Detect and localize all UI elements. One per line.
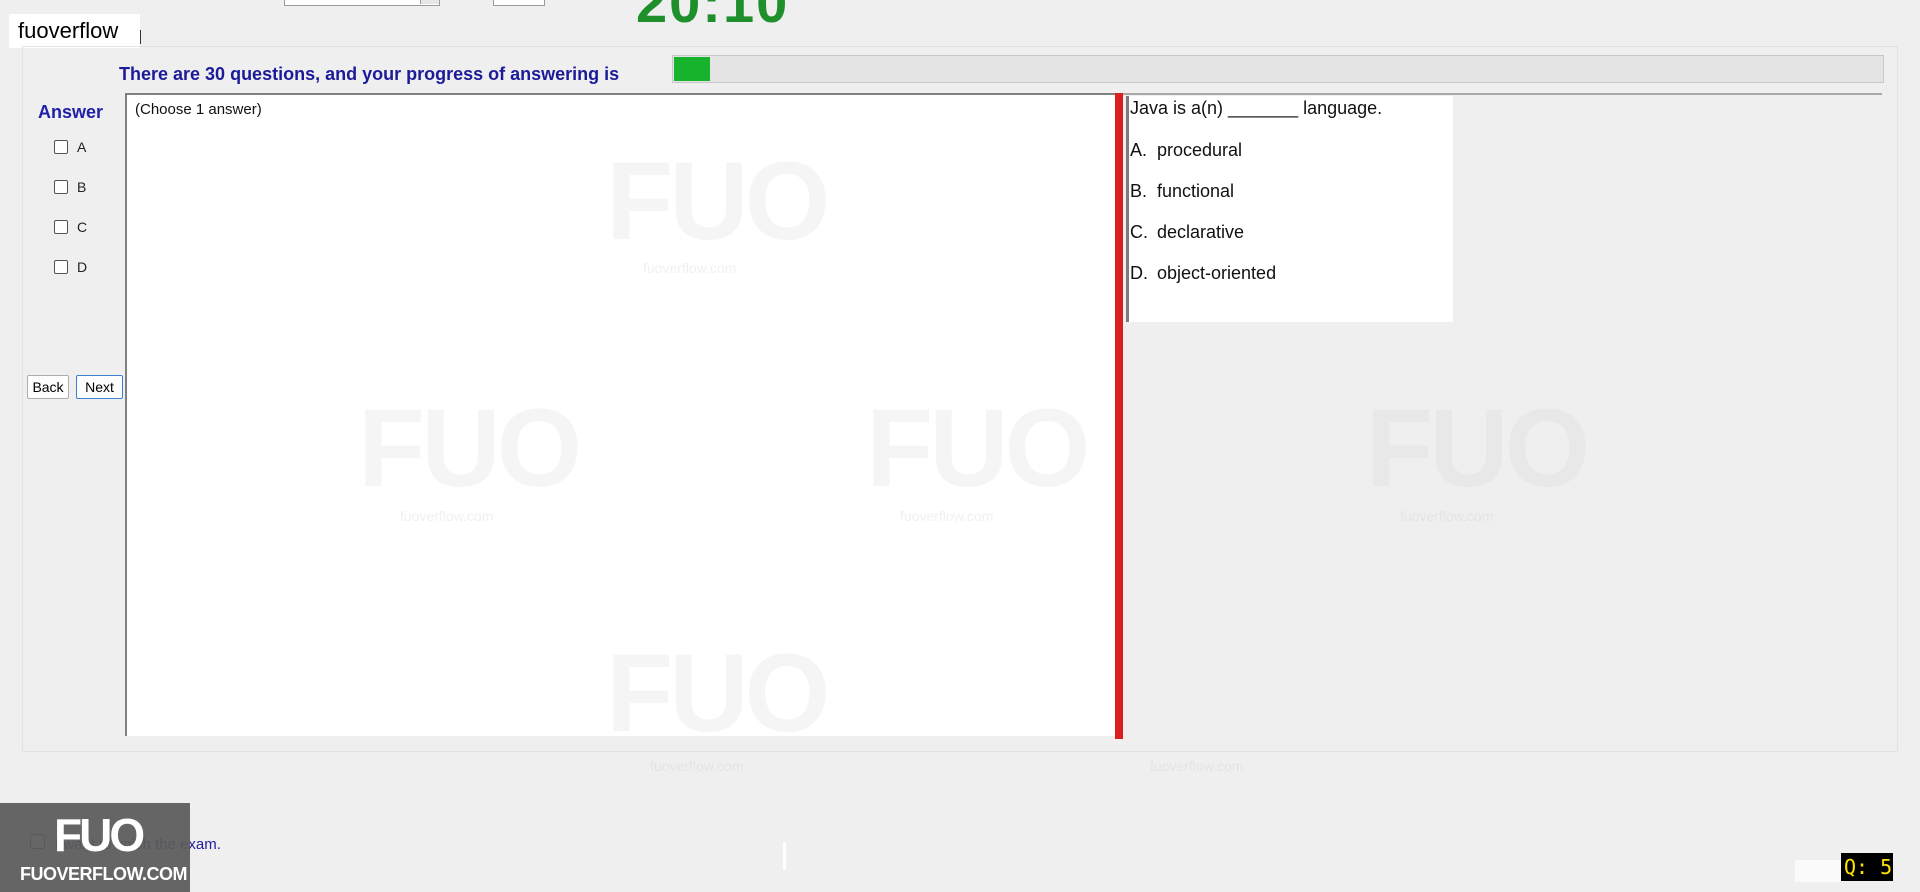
answer-option-a[interactable]: A — [54, 137, 86, 157]
watermark-caption: fuoverflow.com — [650, 758, 744, 774]
bottom-right-field — [1795, 860, 1843, 882]
answer-label-b: B — [77, 179, 87, 195]
question-option-text: declarative — [1157, 222, 1245, 242]
watermark-mark: FUO — [606, 140, 830, 263]
question-option-letter: A. — [1130, 140, 1148, 160]
text-caret — [140, 30, 141, 44]
answer-option-d[interactable]: D — [54, 257, 87, 277]
answer-option-b[interactable]: B — [54, 177, 86, 197]
question-number-badge: Q: 5 — [1841, 853, 1893, 881]
exam-timer: 20:10 — [636, 0, 790, 34]
logo-mark: FUO — [54, 809, 145, 861]
answer-label-d: D — [77, 259, 88, 275]
panel-splitter[interactable] — [1115, 93, 1123, 739]
question-option-letter: D. — [1130, 263, 1148, 283]
question-option-b: B. functional — [1130, 181, 1234, 202]
bottom-marker — [783, 842, 786, 870]
answer-label-a: A — [77, 139, 87, 155]
answer-checkbox-b[interactable] — [54, 180, 68, 194]
answer-checkbox-d[interactable] — [54, 260, 68, 274]
progress-bar-fill — [674, 57, 710, 81]
answer-checkbox-a[interactable] — [54, 140, 68, 154]
answer-heading: Answer — [38, 102, 104, 122]
top-small-field[interactable] — [493, 0, 545, 6]
choose-instruction: (Choose 1 answer) — [135, 101, 262, 118]
top-field-dropdown-button[interactable] — [420, 0, 439, 4]
watermark-caption: fuoverflow.com — [900, 508, 994, 524]
question-option-letter: C. — [1130, 222, 1148, 242]
logo-text: FUOVERFLOW.COM — [20, 864, 188, 884]
question-option-text: functional — [1157, 181, 1235, 201]
progress-text: There are 30 questions, and your progres… — [119, 64, 620, 84]
question-option-text: procedural — [1157, 140, 1243, 160]
watermark-mark: FUO — [866, 387, 1090, 510]
question-card — [1126, 96, 1453, 322]
watermark-caption: fuoverflow.com — [400, 508, 494, 524]
question-option-d: D. object-oriented — [1130, 263, 1276, 284]
watermark-mark: FUO — [358, 387, 582, 510]
next-button[interactable]: Next — [76, 375, 123, 399]
top-text-field[interactable] — [284, 0, 440, 6]
answer-label-c: C — [77, 219, 88, 235]
back-button[interactable]: Back — [27, 375, 69, 399]
watermark-caption: fuoverflow.com — [1150, 758, 1244, 774]
question-option-c: C. declarative — [1130, 222, 1244, 243]
question-option-letter: B. — [1130, 181, 1148, 201]
watermark-caption: fuoverflow.com — [643, 260, 737, 276]
question-option-text: object-oriented — [1157, 263, 1277, 283]
answer-option-c[interactable]: C — [54, 217, 87, 237]
question-text: Java is a(n) _______ language. — [1130, 98, 1383, 118]
answer-checkbox-c[interactable] — [54, 220, 68, 234]
watermark-mark: FUO — [606, 632, 830, 755]
progress-bar — [672, 55, 1884, 83]
brand-label: fuoverflow — [9, 14, 140, 48]
question-option-a: A. procedural — [1130, 140, 1242, 161]
